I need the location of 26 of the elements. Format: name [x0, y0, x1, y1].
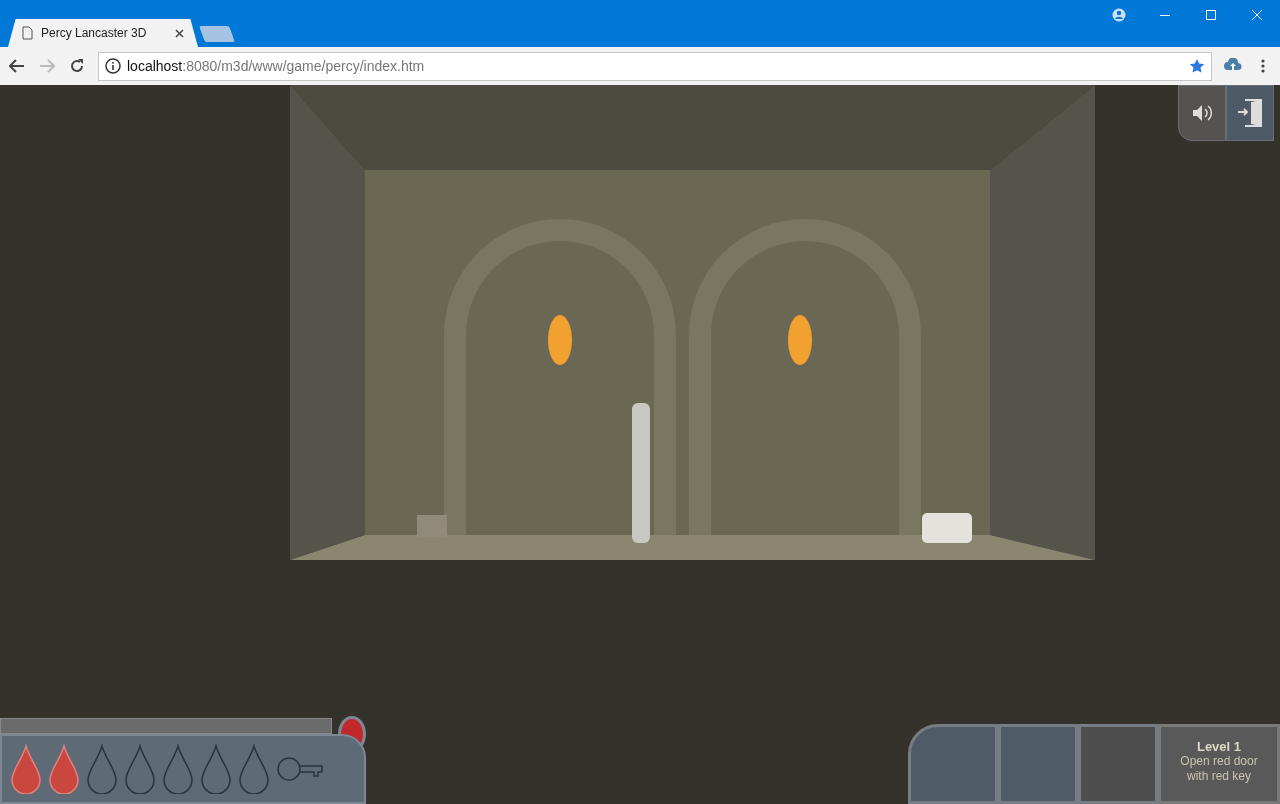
back-icon[interactable]	[9, 59, 25, 73]
page-icon	[22, 26, 33, 40]
maximize-icon[interactable]	[1206, 10, 1216, 20]
level-title: Level 1	[1196, 739, 1242, 754]
profile-icon[interactable]	[1112, 8, 1126, 22]
star-icon[interactable]	[1189, 58, 1205, 74]
browser-tab[interactable]: Percy Lancaster 3D	[8, 19, 198, 47]
new-tab-button[interactable]	[199, 26, 235, 42]
sound-button[interactable]	[1178, 85, 1226, 141]
stone-block	[417, 515, 447, 537]
address-bar[interactable]: localhost:8080/m3d/www/game/percy/index.htm	[98, 51, 1212, 81]
speaker-icon	[1191, 102, 1213, 124]
level-objective: Open red door with red key	[1179, 754, 1259, 784]
torch-flame	[788, 315, 812, 365]
exit-button[interactable]	[1226, 85, 1274, 141]
door-exit-icon	[1237, 98, 1263, 128]
info-icon[interactable]	[105, 58, 121, 74]
medkit-chest	[922, 513, 972, 543]
torch-flame	[548, 315, 572, 365]
tab-title: Percy Lancaster 3D	[41, 26, 148, 40]
minimize-icon[interactable]	[1160, 14, 1170, 16]
reload-icon[interactable]	[69, 58, 85, 74]
close-icon[interactable]	[175, 28, 184, 38]
url-text: localhost:8080/m3d/www/game/percy/index.htm	[127, 58, 426, 74]
inventory-slot[interactable]	[908, 724, 998, 804]
menu-icon[interactable]	[1261, 59, 1265, 73]
